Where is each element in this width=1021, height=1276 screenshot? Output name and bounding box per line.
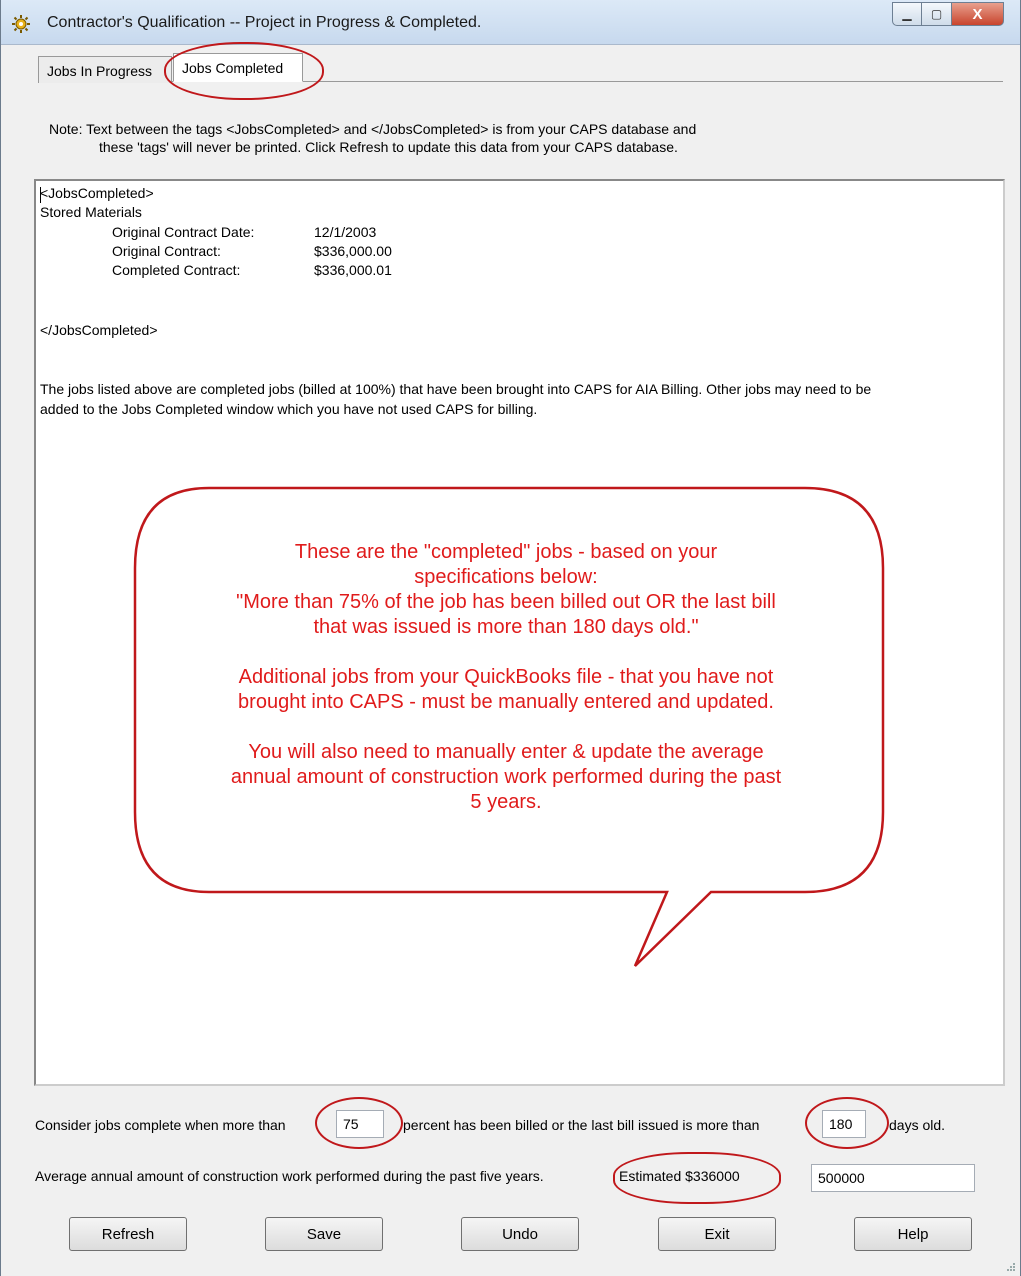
average-label: Average annual amount of construction wo… [35,1168,544,1184]
close-tag: </JobsCompleted> [40,322,158,338]
row-value-original-contract: $336,000.00 [314,243,392,259]
paragraph-line-1: The jobs listed above are completed jobs… [40,381,872,397]
minimize-button[interactable]: ▁ [892,2,922,26]
minimize-icon: ▁ [902,7,912,21]
callout-line: These are the "completed" jobs - based o… [294,541,718,563]
days-input[interactable] [822,1110,866,1138]
maximize-icon: ▢ [930,7,943,21]
close-icon: X [972,5,983,23]
callout-line: specifications below: [414,566,598,588]
callout-line [161,640,851,665]
job-name: Stored Materials [40,204,142,220]
note-text: Note: Text between the tags <JobsComplet… [49,120,696,156]
callout-line: Additional jobs from your QuickBooks fil… [238,666,774,688]
row-label-completed-contract: Completed Contract: [112,262,241,278]
average-amount-input[interactable] [811,1164,975,1192]
main-window: Contractor's Qualification -- Project in… [0,0,1021,1276]
complete-label-before: Consider jobs complete when more than [35,1117,286,1133]
undo-button[interactable]: Undo [461,1217,579,1251]
exit-button[interactable]: Exit [658,1217,776,1251]
callout-line: brought into CAPS - must be manually ent… [238,691,774,713]
tab-jobs-in-progress[interactable]: Jobs In Progress [38,56,172,83]
title-bar: Contractor's Qualification -- Project in… [1,0,1020,45]
complete-label-after: days old. [889,1117,946,1133]
app-gear-icon [12,15,30,33]
maximize-button[interactable]: ▢ [922,2,952,26]
resize-grip-icon[interactable] [1006,1262,1016,1272]
callout-line: You will also need to manually enter & u… [248,741,764,763]
row-value-contract-date: 12/1/2003 [314,224,377,240]
paragraph-line-2: added to the Jobs Completed window which… [40,401,538,417]
window-title: Contractor's Qualification -- Project in… [47,14,482,31]
help-button[interactable]: Help [854,1217,972,1251]
row-value-completed-contract: $336,000.01 [314,262,392,278]
refresh-button[interactable]: Refresh [69,1217,187,1251]
estimated-amount: Estimated $336000 [619,1168,740,1184]
callout-line: "More than 75% of the job has been bille… [236,591,776,613]
close-button[interactable]: X [952,2,1004,26]
save-button[interactable]: Save [265,1217,383,1251]
callout-text: These are the "completed" jobs - based o… [161,540,851,815]
row-label-contract-date: Original Contract Date: [112,224,255,240]
note-line-1: Note: Text between the tags <JobsComplet… [49,121,697,137]
callout-line: 5 years. [470,791,542,813]
callout-line: annual amount of construction work perfo… [230,766,782,788]
tab-jobs-completed[interactable]: Jobs Completed [173,53,303,82]
callout-line [161,715,851,740]
callout-line: that was issued is more than 180 days ol… [313,616,699,638]
note-line-2: these 'tags' will never be printed. Clic… [99,139,678,155]
row-label-original-contract: Original Contract: [112,243,221,259]
open-tag: <JobsCompleted> [40,185,154,201]
complete-label-middle: percent has been billed or the last bill… [403,1117,760,1133]
percent-input[interactable] [336,1110,384,1138]
window-controls: ▁ ▢ X [892,2,1004,26]
